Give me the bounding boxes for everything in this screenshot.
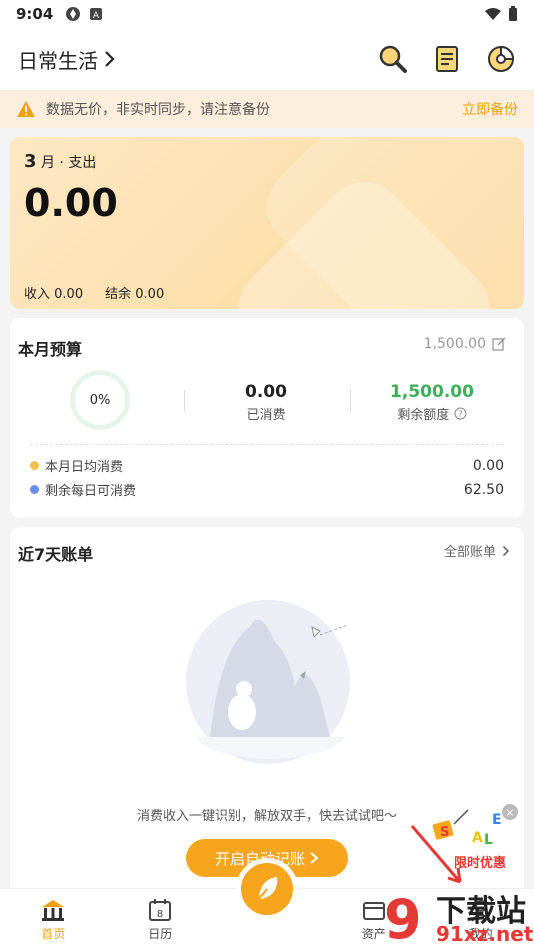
notice-text: 数据无价，非实时同步，请注意备份	[46, 102, 270, 118]
dashed-divider	[30, 444, 504, 445]
search-button[interactable]	[378, 44, 408, 74]
empty-state-illustration	[186, 600, 350, 764]
remain-stat: 1,500.00 剩余额度 ?	[372, 382, 492, 423]
book-switcher[interactable]: 日常生活	[18, 45, 116, 74]
all-bills-label: 全部账单	[443, 545, 496, 560]
edit-icon	[492, 337, 506, 351]
pie-chart-icon	[488, 45, 515, 72]
balance-value: 0.00	[135, 287, 165, 302]
budget-percent: 0%	[89, 392, 111, 408]
status-bar: 9:04 A	[0, 0, 534, 28]
svg-text:A: A	[93, 11, 100, 21]
feather-pen-icon	[256, 877, 278, 902]
divider	[350, 390, 351, 412]
income-item: 收入 0.00	[24, 283, 83, 302]
income-value: 0.00	[54, 287, 84, 302]
stats-button[interactable]	[486, 44, 516, 74]
all-bills-link[interactable]: 全部账单	[444, 541, 510, 560]
svg-text:A: A	[472, 830, 483, 846]
translate-icon: A	[90, 8, 103, 21]
chevron-right-icon	[105, 51, 115, 67]
chevron-right-icon	[310, 852, 319, 864]
remain-label: 剩余额度	[397, 408, 450, 423]
daily-average-value: 0.00	[472, 457, 504, 474]
balance-item: 结余 0.00	[105, 283, 164, 302]
tab-label: 日历	[148, 927, 173, 941]
recent-bills-title: 近7天账单	[18, 545, 94, 564]
spent-label: 已消费	[246, 408, 286, 423]
tab-label: 首页	[41, 927, 66, 941]
wifi-icon	[485, 8, 501, 20]
svg-text:8: 8	[157, 909, 163, 920]
daily-average-row: 本月日均消费 0.00	[30, 456, 504, 475]
backup-notice: 数据无价，非实时同步，请注意备份 立即备份	[0, 90, 534, 128]
budget-progress-ring: 0%	[70, 370, 130, 430]
book-title: 日常生活	[18, 48, 98, 73]
bill-list-button[interactable]	[432, 44, 462, 74]
close-icon[interactable]: ×	[502, 804, 518, 820]
daily-available-row: 剩余每日可消费 62.50	[30, 480, 504, 499]
status-icons: A	[65, 6, 103, 22]
app-header: 日常生活	[0, 28, 534, 90]
svg-text:E: E	[492, 812, 502, 828]
month-number: 3	[24, 151, 37, 172]
svg-text:9: 9	[384, 888, 422, 948]
annotation-arrow	[410, 825, 462, 884]
balance-label: 结余	[105, 287, 132, 302]
income-label: 收入	[24, 287, 51, 302]
calendar-icon: 8	[149, 899, 172, 921]
add-record-button[interactable]	[236, 858, 298, 920]
home-bank-icon	[42, 900, 65, 921]
battery-icon	[509, 6, 517, 21]
warning-icon	[17, 101, 35, 117]
remain-label-row: 剩余额度 ?	[372, 404, 492, 423]
daily-available-label: 剩余每日可消费	[45, 484, 137, 499]
tab-calendar[interactable]: 8 日历	[107, 889, 214, 950]
daily-available-value: 62.50	[463, 481, 504, 498]
site-watermark: 9 下载站 91xz.net	[382, 884, 534, 950]
budget-total-edit[interactable]: 1,500.00	[424, 336, 506, 352]
search-icon	[379, 45, 407, 73]
receipt-icon	[436, 46, 458, 72]
tab-home[interactable]: 首页	[0, 889, 107, 950]
expense-amount: 0.00	[24, 181, 118, 225]
spent-stat: 0.00 已消费	[206, 382, 326, 423]
monthly-summary-card[interactable]: 3 月 · 支出 0.00 收入 0.00 结余 0.00	[10, 137, 524, 309]
summary-footer: 收入 0.00 结余 0.00	[24, 283, 164, 302]
backup-now-link[interactable]: 立即备份	[462, 99, 518, 119]
budget-card[interactable]: 本月预算 1,500.00 0% 0.00 已消费 1,500.00 剩余额度 …	[10, 318, 524, 518]
status-time: 9:04	[16, 5, 54, 23]
budget-title: 本月预算	[18, 340, 83, 359]
spent-value: 0.00	[245, 382, 287, 402]
remain-value: 1,500.00	[390, 382, 474, 402]
month-suffix: 月 · 支出	[40, 155, 97, 171]
svg-text:?: ?	[458, 410, 462, 419]
help-icon[interactable]: ?	[454, 407, 467, 420]
daily-average-label: 本月日均消费	[45, 460, 124, 475]
month-label: 3 月 · 支出	[24, 151, 96, 172]
watermark-logo-icon: 9	[384, 888, 422, 950]
budget-total: 1,500.00	[423, 336, 486, 352]
dot-icon	[30, 461, 39, 470]
chevron-right-icon	[502, 545, 510, 556]
dot-icon	[30, 485, 39, 494]
watermark-text-2: 91xz.net	[436, 922, 534, 946]
svg-text:L: L	[484, 832, 493, 848]
divider	[184, 390, 185, 412]
app-notification-icon	[66, 7, 81, 21]
